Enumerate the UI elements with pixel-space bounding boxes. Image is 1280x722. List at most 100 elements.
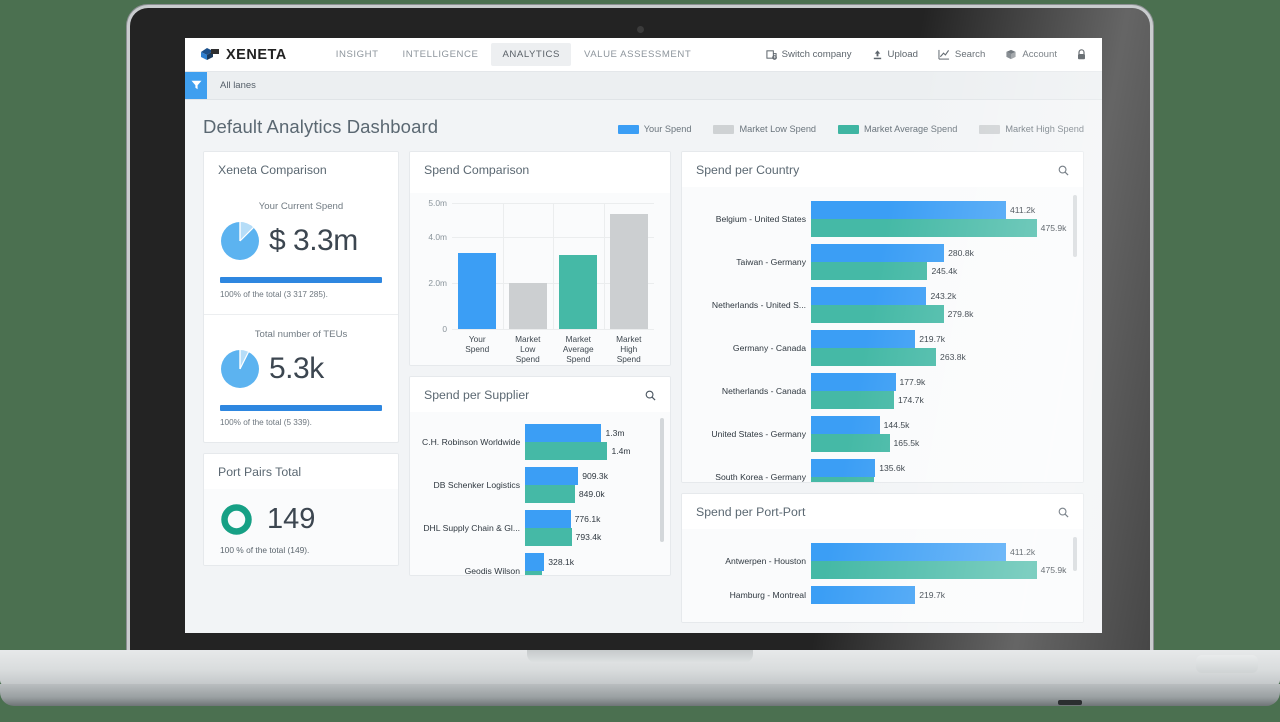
upload-icon [872, 49, 883, 60]
row-label: Netherlands - Canada [721, 386, 806, 396]
list-item[interactable]: Taiwan - Germany 280.8k 245.4k [694, 244, 1071, 280]
card-spend-per-country: Spend per Country Belgium - United State… [681, 151, 1084, 483]
bar-column-market-low-spend[interactable] [503, 203, 554, 329]
list-item[interactable]: DHL Supply Chain & Gl... 776.1k 793.4k [422, 510, 658, 546]
bar-value: 280.8k [948, 248, 974, 258]
row-label: Taiwan - Germany [736, 257, 806, 267]
x-axis-labels: Your Spend Market Low Spend Market Avera… [452, 331, 654, 365]
column-middle: Spend Comparison 5.0m 4.0m 2.0m 0 Your S… [409, 151, 671, 633]
row-label: United States - Germany [711, 429, 806, 439]
card-header: Spend per Country [682, 152, 1083, 187]
scrollbar[interactable] [1073, 537, 1077, 571]
kpi-label: Total number of TEUs [254, 328, 348, 340]
chart-search-icon [938, 49, 950, 60]
search-icon[interactable] [1058, 165, 1069, 176]
bar-value: 263.8k [940, 352, 966, 362]
bar-value: 475.9k [1040, 565, 1067, 575]
row-bars: 135.6k 132.1k [811, 459, 1071, 482]
x-tick-label-your-spend: Your Spend [465, 334, 490, 355]
bar-value: 165.5k [893, 438, 920, 448]
spend-comparison-chart: 5.0m 4.0m 2.0m 0 Your Spend Market Low S… [418, 193, 662, 365]
row-bars: 328.1k 290.0k [525, 553, 658, 575]
row-label: Germany - Canada [732, 343, 806, 353]
list-item[interactable]: Geodis Wilson 328.1k [422, 553, 658, 575]
account-icon [1005, 49, 1017, 60]
list-item[interactable]: South Korea - Germany 135.6k [694, 459, 1071, 482]
list-item[interactable]: Antwerpen - Houston 411.2k 475.9k [694, 543, 1071, 579]
account-button[interactable]: Account [1005, 49, 1057, 60]
nav-item-insight[interactable]: INSIGHT [325, 43, 390, 66]
laptop-base-front [0, 684, 1280, 706]
laptop-mockup: XENETA INSIGHT INTELLIGENCE ANALYTICS VA… [0, 0, 1280, 722]
bar-market-average: 475.9k [811, 561, 1071, 579]
bar-value: 909.3k [582, 471, 608, 481]
kpi-value: 5.3k [269, 351, 324, 385]
bar-your-spend: 1.3m [525, 424, 658, 442]
bar-column-market-average-spend[interactable] [553, 203, 604, 329]
card-xeneta-comparison: Xeneta Comparison Your Current Spend $ 3… [203, 151, 399, 443]
filter-icon [191, 77, 202, 95]
main-nav: INSIGHT INTELLIGENCE ANALYTICS VALUE ASS… [325, 43, 703, 66]
bar-value: 243.2k [930, 291, 957, 301]
account-label: Account [1022, 49, 1057, 60]
x-tick-label-market-high-spend: Market High Spend [616, 334, 642, 365]
row-label: DB Schenker Logistics [433, 480, 520, 490]
scrollbar[interactable] [1073, 195, 1077, 257]
kpi-row: $ 3.3m [220, 221, 382, 261]
lock-button[interactable] [1077, 49, 1086, 60]
bar-value: 328.1k [548, 557, 575, 567]
search-icon[interactable] [1058, 507, 1069, 518]
brand-logo[interactable]: XENETA [201, 47, 287, 63]
bar-value: 144.5k [883, 420, 910, 430]
list-item[interactable]: Netherlands - Canada 177.9k 174.7k [694, 373, 1071, 409]
bar-your-spend: 219.7k [811, 330, 1071, 348]
list-item[interactable]: Germany - Canada 219.7k 263.8k [694, 330, 1071, 366]
kpi-value: 149 [267, 502, 316, 535]
bar-your-spend: 144.5k [811, 416, 1071, 434]
bar-market-average: 174.7k [811, 391, 1071, 409]
bar-your-spend: 243.2k [811, 287, 1071, 305]
donut-chart-icon [220, 503, 253, 536]
bar-value: 411.2k [1010, 205, 1036, 215]
upload-label: Upload [887, 49, 918, 60]
list-item[interactable]: United States - Germany 144.5k 165.5k [694, 416, 1071, 452]
legend-label: Your Spend [643, 124, 692, 134]
card-title: Spend per Country [696, 163, 800, 177]
card-header: Spend Comparison [410, 152, 670, 187]
kpi-progress-bar [220, 277, 382, 283]
scrollbar[interactable] [660, 418, 664, 542]
kpi-label: Your Current Spend [258, 201, 344, 212]
kpi-note: 100% of the total (5 339). [220, 417, 312, 427]
bar-your-spend: 280.8k [811, 244, 1071, 262]
nav-item-value-assessment[interactable]: VALUE ASSESSMENT [573, 43, 702, 66]
kpi-row: 149 [220, 503, 382, 536]
switch-company-button[interactable]: Switch company [766, 49, 852, 60]
filter-button[interactable] [185, 72, 207, 99]
list-item[interactable]: Belgium - United States 411.2k 475.9k [694, 201, 1071, 237]
pie-chart-icon [220, 349, 260, 389]
card-port-pairs-total: Port Pairs Total 149 100 % of the total … [203, 452, 399, 566]
bar-your-spend: 328.1k [525, 553, 658, 571]
nav-item-analytics[interactable]: ANALYTICS [491, 43, 571, 66]
kpi-note: 100% of the total (3 317 285). [220, 290, 328, 299]
list-item[interactable]: C.H. Robinson Worldwide 1.3m 1.4m [422, 424, 658, 460]
search-icon[interactable] [645, 390, 656, 401]
row-bars: 411.2k 475.9k [811, 543, 1071, 579]
y-tick-label: 0 [442, 324, 447, 334]
list-item[interactable]: DB Schenker Logistics 909.3k 849.0k [422, 467, 658, 503]
filter-label[interactable]: All lanes [207, 72, 256, 99]
legend-label: Market Low Spend [739, 124, 817, 134]
bar-your-spend: 411.2k [811, 201, 1071, 219]
card-header: Spend per Supplier [410, 377, 670, 412]
search-button[interactable]: Search [938, 49, 985, 60]
bar-your-spend: 177.9k [811, 373, 1071, 391]
row-label: Antwerpen - Houston [725, 556, 806, 566]
upload-button[interactable]: Upload [872, 49, 918, 60]
spend-per-port-port-chart: Antwerpen - Houston 411.2k 475.9k Hambur… [682, 529, 1083, 619]
nav-item-intelligence[interactable]: INTELLIGENCE [392, 43, 490, 66]
list-item[interactable]: Hamburg - Montreal 219.7k [694, 586, 1071, 604]
list-item[interactable]: Netherlands - United S... 243.2k 279.8k [694, 287, 1071, 323]
bar-value: 411.2k [1010, 547, 1036, 557]
bar-column-your-spend[interactable] [452, 203, 503, 329]
bar-column-market-high-spend[interactable] [604, 203, 655, 329]
